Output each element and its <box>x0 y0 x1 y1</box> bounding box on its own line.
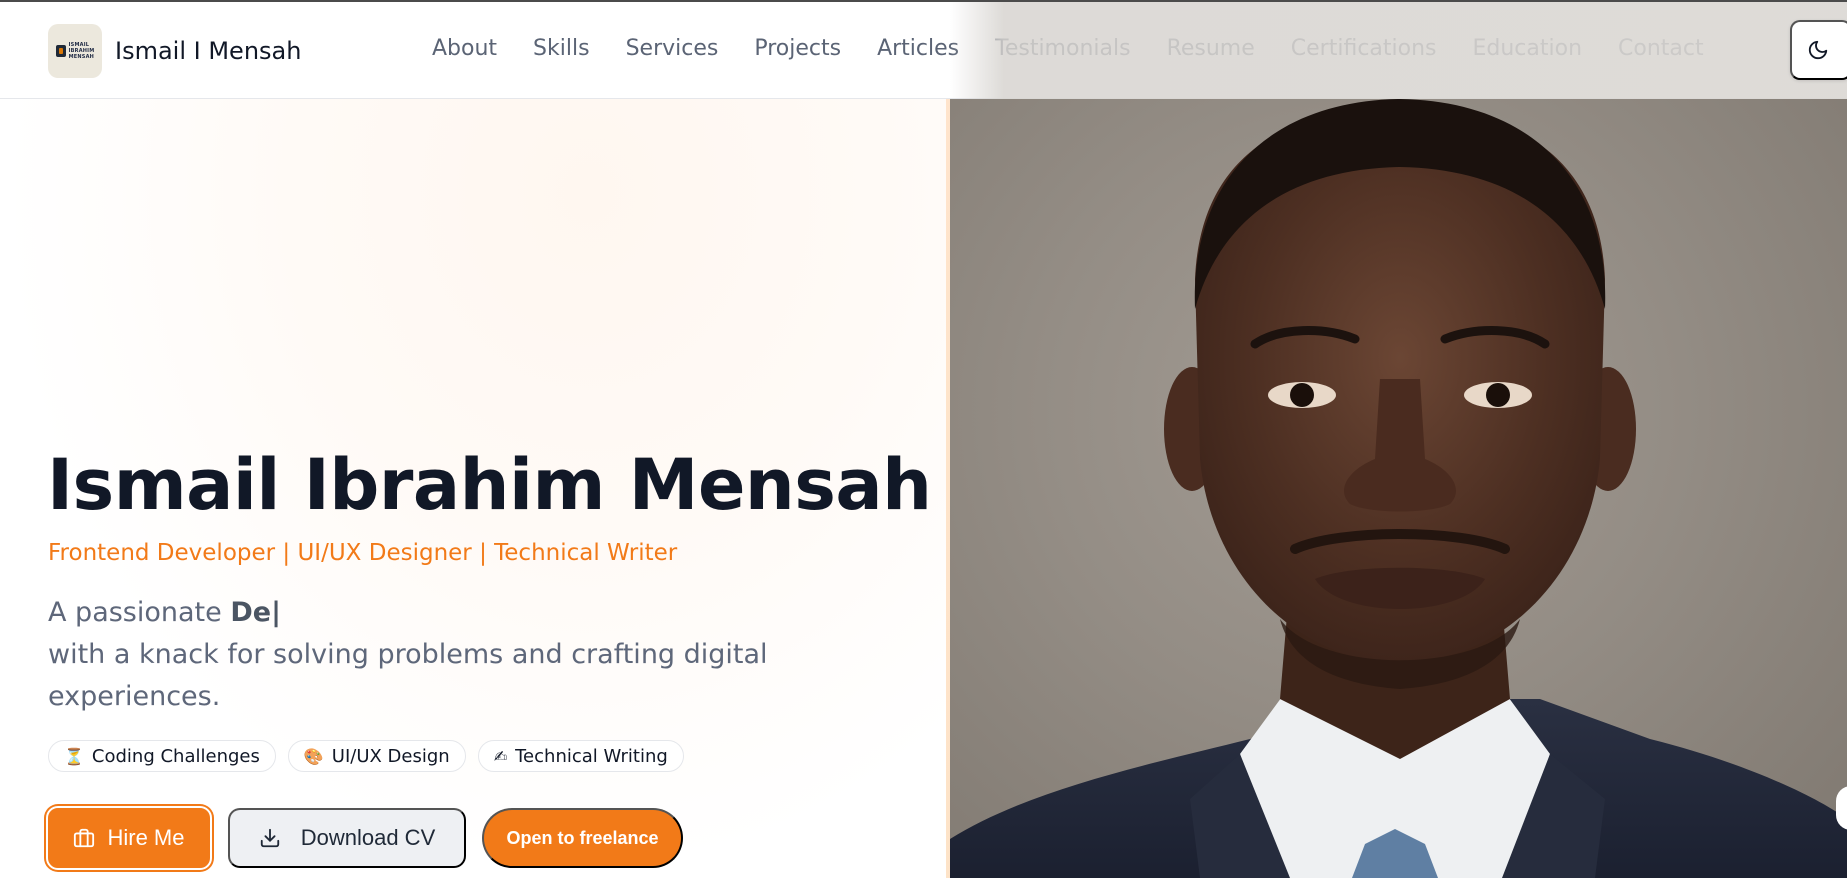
typing-caret: | <box>271 597 281 628</box>
hire-me-label: Hire Me <box>107 825 185 850</box>
brand-name[interactable]: Ismail I Mensah <box>115 37 301 65</box>
logo[interactable]: ISMAIL IBRAHIM MENSAH <box>48 24 102 78</box>
nav-item-projects[interactable]: Projects <box>754 36 841 61</box>
floating-scroll-button[interactable] <box>1836 786 1847 830</box>
briefcase-icon <box>74 828 95 848</box>
nav-item-testimonials[interactable]: Testimonials <box>995 36 1130 61</box>
download-icon <box>260 828 279 848</box>
hero-name: Ismail Ibrahim Mensah <box>47 444 932 526</box>
chip-label: Coding Challenges <box>91 745 260 767</box>
open-to-freelance-button[interactable]: Open to freelance <box>482 808 683 868</box>
nav-item-services[interactable]: Services <box>626 36 719 61</box>
chip-label: Technical Writing <box>515 745 668 767</box>
brand[interactable]: ISMAIL IBRAHIM MENSAH Ismail I Mensah <box>48 24 301 78</box>
hourglass-icon: ⏳ <box>64 746 84 766</box>
chip-coding-challenges: ⏳ Coding Challenges <box>48 740 276 772</box>
download-cv-label: Download CV <box>300 825 436 850</box>
chip-technical-writing: ✍ Technical Writing <box>477 740 684 772</box>
desc-suffix: with a knack for solving problems and cr… <box>48 639 768 712</box>
hero-roles: Frontend Developer | UI/UX Designer | Te… <box>48 540 678 566</box>
theme-toggle-button[interactable] <box>1790 20 1847 80</box>
desc-prefix: A passionate <box>48 597 222 628</box>
nav-links: About Skills Services Projects Articles … <box>432 36 1704 61</box>
hero-actions: Hire Me Download CV Open to freelance <box>46 806 683 870</box>
nav-item-contact[interactable]: Contact <box>1618 36 1704 61</box>
nav-item-education[interactable]: Education <box>1473 36 1583 61</box>
nav-item-certifications[interactable]: Certifications <box>1291 36 1437 61</box>
hero-description: A passionate De| with a knack for solvin… <box>48 592 848 718</box>
navbar: ISMAIL IBRAHIM MENSAH Ismail I Mensah Ab… <box>0 2 1847 99</box>
palette-icon: 🎨 <box>303 746 324 766</box>
nav-item-articles[interactable]: Articles <box>877 36 959 61</box>
download-cv-button[interactable]: Download CV <box>228 808 466 868</box>
logo-mark-icon <box>55 45 66 57</box>
nav-item-resume[interactable]: Resume <box>1167 36 1255 61</box>
nav-item-about[interactable]: About <box>432 36 497 61</box>
hire-me-button[interactable]: Hire Me <box>46 806 212 870</box>
moon-icon <box>1808 40 1828 60</box>
typed-text: De <box>230 597 272 628</box>
interest-chips: ⏳ Coding Challenges 🎨 UI/UX Design ✍ Tec… <box>48 740 684 772</box>
chip-label: UI/UX Design <box>331 745 450 767</box>
nav-item-skills[interactable]: Skills <box>533 36 590 61</box>
chip-ui-ux-design: 🎨 UI/UX Design <box>287 740 466 772</box>
profile-photo <box>950 99 1847 878</box>
portrait-illustration <box>950 99 1847 878</box>
writing-hand-icon: ✍ <box>493 746 508 766</box>
logo-text: ISMAIL IBRAHIM MENSAH <box>68 41 95 60</box>
